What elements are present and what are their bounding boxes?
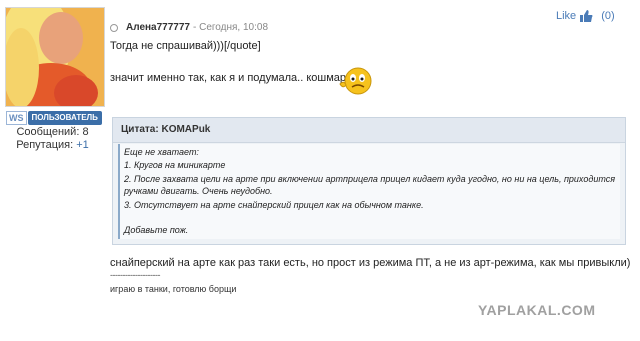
quote-line: 1. Кругов на миникарте (124, 160, 226, 170)
site-watermark: YAPLAKAL.COM (478, 302, 596, 318)
quote-title: Цитата: KOMAPuk (121, 124, 211, 135)
thumbs-up-icon[interactable] (579, 9, 593, 23)
role-badge: ПОЛЬЗОВАТЕЛЬ (27, 111, 102, 125)
quote-line: Добавьте пож. (124, 225, 189, 235)
like-control[interactable]: Like (0) (556, 9, 615, 23)
quote-header: Цитата: KOMAPuk (113, 118, 625, 143)
smiley-icon (339, 67, 372, 95)
post-line-2: значит именно так, как я и подумала.. ко… (110, 72, 353, 84)
quote-block: Цитата: KOMAPuk Еще не хватает: 1. Круго… (112, 117, 626, 245)
reputation-label: Репутация: (16, 139, 74, 151)
quote-line: 2. После захвата цели на арте при включе… (124, 174, 616, 184)
ws-badge: WS (6, 111, 27, 125)
reputation: Репутация: +1 (10, 139, 95, 151)
user-badge: WS ПОЛЬЗОВАТЕЛЬ (6, 111, 102, 125)
status-dot-icon (110, 23, 118, 32)
post-header: Алена777777 - Сегодня, 10:08 (110, 22, 268, 33)
like-label[interactable]: Like (556, 10, 576, 22)
avatar-image (6, 8, 104, 106)
quote-body: Еще не хватает: 1. Кругов на миникарте 2… (118, 144, 620, 239)
messages-count: Сообщений: 8 (16, 126, 89, 138)
quote-line: 3. Отсутствует на арте снайперский прице… (124, 200, 424, 210)
like-count-close: ) (610, 10, 615, 22)
forum-post: WS ПОЛЬЗОВАТЕЛЬ Сообщений: 8 Репутация: … (0, 0, 640, 341)
post-author[interactable]: Алена777777 (126, 22, 190, 33)
post-line-3: снайперский на арте как раз таки есть, н… (110, 257, 631, 269)
avatar[interactable] (5, 7, 105, 107)
reputation-value[interactable]: +1 (76, 139, 89, 151)
signature: играю в танки, готовлю борщи (110, 284, 237, 294)
post-time: - Сегодня, 10:08 (192, 22, 268, 33)
signature-divider: -------------------- (110, 270, 160, 280)
quote-line: Еще не хватает: (124, 147, 199, 157)
post-line-1: Тогда не спрашивай)))[/quote] (110, 40, 261, 52)
quote-line: ручками двигать. Очень неудобно. (124, 186, 273, 196)
